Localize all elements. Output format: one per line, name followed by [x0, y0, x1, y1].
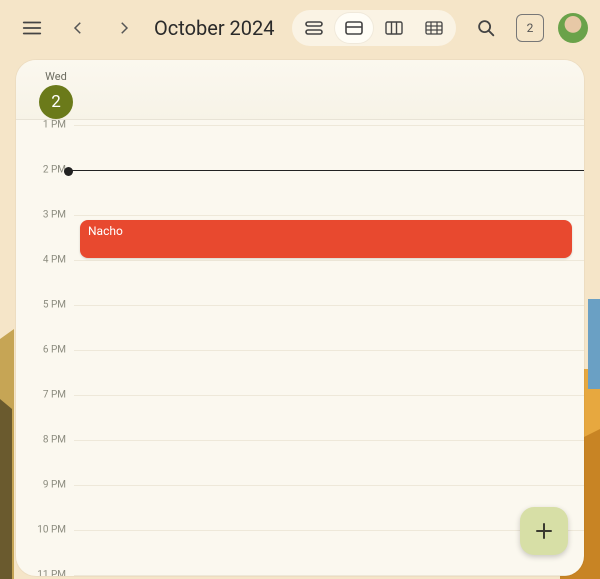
schedule-icon [305, 21, 323, 35]
view-day-button[interactable] [335, 13, 373, 43]
hamburger-icon [21, 17, 43, 39]
hour-line [74, 395, 584, 396]
view-toggle [292, 10, 456, 46]
hour-line [74, 530, 584, 531]
account-avatar[interactable] [558, 13, 588, 43]
hour-line [74, 215, 584, 216]
top-bar: October 2024 2 [0, 0, 600, 56]
hour-label: 4 PM [43, 255, 66, 266]
day-icon [345, 21, 363, 35]
hour-line [74, 260, 584, 261]
month-icon [425, 21, 443, 35]
search-icon [475, 17, 497, 39]
hour-label: 10 PM [37, 525, 66, 536]
hour-label: 6 PM [43, 345, 66, 356]
search-button[interactable] [466, 8, 506, 48]
hour-line [74, 305, 584, 306]
chevron-left-icon [69, 19, 87, 37]
plus-icon [532, 519, 556, 543]
today-number: 2 [527, 21, 534, 35]
hour-line [74, 575, 584, 576]
menu-button[interactable] [12, 8, 52, 48]
month-title[interactable]: October 2024 [154, 16, 275, 40]
hour-line [74, 350, 584, 351]
view-schedule-button[interactable] [295, 13, 333, 43]
hour-label: 8 PM [43, 435, 66, 446]
hour-line [74, 485, 584, 486]
hour-label: 2 PM [43, 165, 66, 176]
hour-line [74, 440, 584, 441]
hour-line [74, 125, 584, 126]
hour-label: 5 PM [43, 300, 66, 311]
hour-label: 11 PM [37, 570, 66, 577]
current-time-indicator [69, 170, 584, 171]
create-event-fab[interactable] [520, 507, 568, 555]
prev-button[interactable] [58, 8, 98, 48]
view-3day-button[interactable] [375, 13, 413, 43]
hour-label: 9 PM [43, 480, 66, 491]
hour-label: 1 PM [43, 120, 66, 131]
calendar-card: Wed 2 1 PM 2 PM 3 PM 4 PM 5 PM 6 PM 7 PM 8 PM 9 … [16, 60, 584, 576]
day-header: Wed 2 [16, 60, 584, 120]
hour-label: 3 PM [43, 210, 66, 221]
day-of-week-label: Wed [38, 70, 74, 83]
today-button[interactable]: 2 [516, 14, 544, 42]
next-button[interactable] [104, 8, 144, 48]
three-day-icon [385, 21, 403, 35]
hour-label: 7 PM [43, 390, 66, 401]
chevron-right-icon [115, 19, 133, 37]
calendar-event[interactable]: Nacho [80, 220, 572, 259]
time-grid[interactable]: 1 PM 2 PM 3 PM 4 PM 5 PM 6 PM 7 PM 8 PM 9 PM 10 P… [16, 120, 584, 576]
view-month-button[interactable] [415, 13, 453, 43]
date-badge[interactable]: 2 [39, 85, 73, 119]
